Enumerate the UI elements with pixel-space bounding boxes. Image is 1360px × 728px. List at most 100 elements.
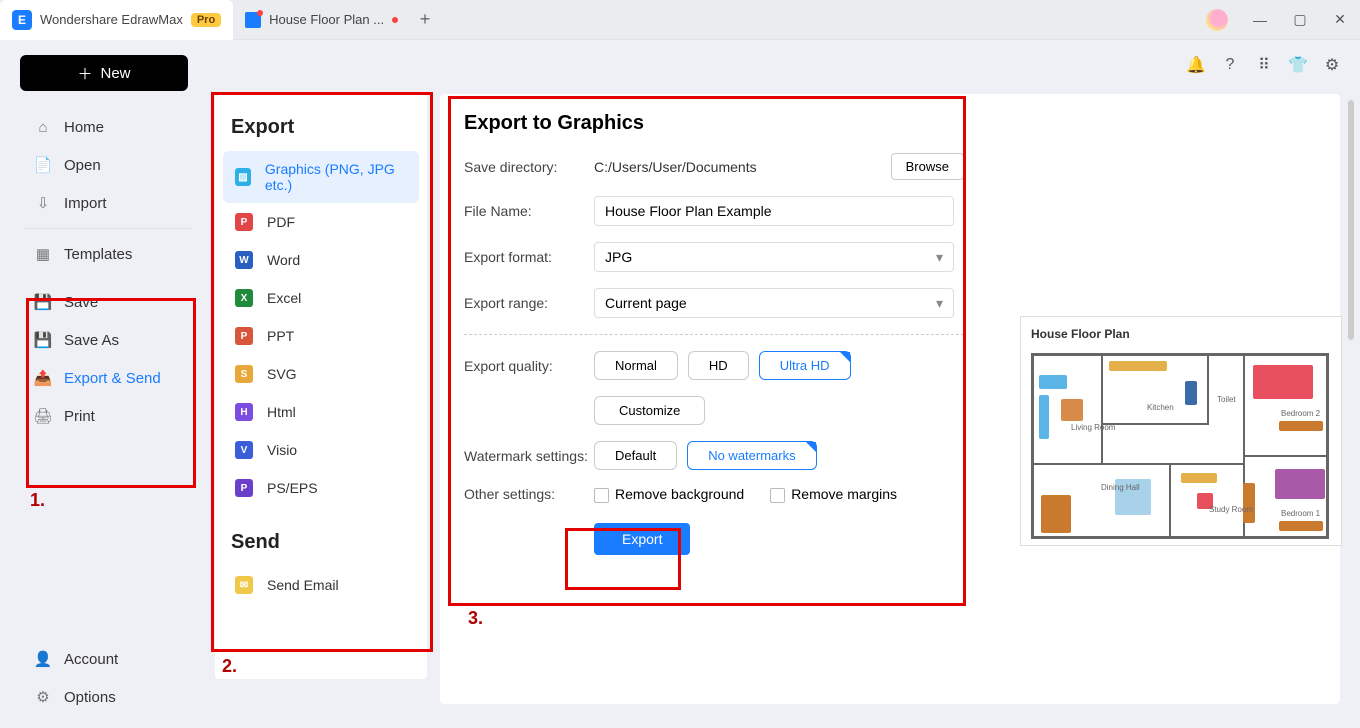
nav-account-label: Account xyxy=(64,651,118,668)
remove-margins-checkbox[interactable]: Remove margins xyxy=(770,486,897,503)
send-email[interactable]: ✉ Send Email xyxy=(223,566,419,604)
other-label: Other settings: xyxy=(464,486,594,502)
export-visio-label: Visio xyxy=(267,442,297,458)
nav-save[interactable]: 💾Save xyxy=(20,283,196,321)
export-pseps[interactable]: PPS/EPS xyxy=(223,469,419,507)
scrollbar[interactable] xyxy=(1348,100,1354,340)
filename-input[interactable] xyxy=(594,196,954,226)
checkbox-icon xyxy=(594,488,609,503)
account-icon: 👤 xyxy=(34,650,52,668)
word-icon: W xyxy=(235,251,253,269)
nav-import-label: Import xyxy=(64,195,107,212)
nav-import[interactable]: ⇩ Import xyxy=(20,184,196,222)
export-html-label: Html xyxy=(267,404,296,420)
close-button[interactable]: ✕ xyxy=(1320,11,1360,28)
top-toolbar: 🔔 ? ⠿ 👕 ⚙ xyxy=(1186,55,1342,75)
nav-saveas-label: Save As xyxy=(64,332,119,349)
app-name: Wondershare EdrawMax xyxy=(40,12,183,27)
floorplan-graphic: Living Room Kitchen Toilet Dining Hall S… xyxy=(1031,345,1331,541)
left-nav: ⌂Home 📄Open ⇩Import ▦Templates 💾Save 💾Sa… xyxy=(20,108,196,435)
app-logo-icon: E xyxy=(12,10,32,30)
room-label: Bedroom 2 xyxy=(1281,409,1320,418)
quality-ultra-hd[interactable]: Ultra HD xyxy=(759,351,851,380)
new-button[interactable]: ＋ New xyxy=(20,55,188,91)
notifications-button[interactable]: 🔔 xyxy=(1186,55,1206,75)
export-ppt[interactable]: P PPT xyxy=(223,317,419,355)
maximize-button[interactable]: ▢ xyxy=(1280,11,1320,28)
unsaved-dot-icon xyxy=(392,17,398,23)
settings-button[interactable]: ⚙ xyxy=(1322,55,1342,75)
quality-hd[interactable]: HD xyxy=(688,351,749,380)
nav-templates-label: Templates xyxy=(64,246,132,263)
save-directory-value: C:/Users/User/Documents xyxy=(594,159,883,175)
app-tab[interactable]: E Wondershare EdrawMax Pro xyxy=(0,0,233,40)
export-html[interactable]: HHtml xyxy=(223,393,419,431)
annotation-label-1: 1. xyxy=(30,490,45,511)
document-tab[interactable]: House Floor Plan ... xyxy=(233,0,410,40)
browse-button[interactable]: Browse xyxy=(891,153,964,180)
nav-home-label: Home xyxy=(64,119,104,136)
remove-background-checkbox[interactable]: Remove background xyxy=(594,486,744,503)
room-label: Toilet xyxy=(1217,395,1236,404)
filename-label: File Name: xyxy=(464,203,594,219)
visio-icon: V xyxy=(235,441,253,459)
save-icon: 💾 xyxy=(34,293,52,311)
export-svg-label: SVG xyxy=(267,366,297,382)
image-icon: ▨ xyxy=(235,168,251,186)
quality-label: Export quality: xyxy=(464,358,594,374)
checkbox-icon xyxy=(770,488,785,503)
gear-icon: ⚙ xyxy=(34,688,52,706)
nav-templates[interactable]: ▦ Templates xyxy=(20,235,196,273)
help-button[interactable]: ? xyxy=(1220,55,1240,75)
room-label: Kitchen xyxy=(1147,403,1174,412)
remove-bg-label: Remove background xyxy=(615,486,744,502)
export-type-panel: Export ▨Graphics (PNG, JPG etc.) PPDF WW… xyxy=(215,94,427,679)
nav-home[interactable]: ⌂Home xyxy=(20,108,196,146)
mail-icon: ✉ xyxy=(235,576,253,594)
room-label: Bedroom 1 xyxy=(1281,509,1320,518)
export-icon: 📤 xyxy=(34,369,52,387)
new-tab-button[interactable]: + xyxy=(410,9,440,30)
export-svg[interactable]: SSVG xyxy=(223,355,419,393)
format-select[interactable]: JPG xyxy=(594,242,954,272)
print-icon: 🖨 xyxy=(34,407,52,425)
nav-saveas[interactable]: 💾Save As xyxy=(20,321,196,359)
export-excel[interactable]: XExcel xyxy=(223,279,419,317)
send-email-label: Send Email xyxy=(267,577,339,593)
export-pdf-label: PDF xyxy=(267,214,295,230)
nav-options[interactable]: ⚙Options xyxy=(20,678,196,716)
export-ppt-label: PPT xyxy=(267,328,294,344)
export-pdf[interactable]: PPDF xyxy=(223,203,419,241)
document-tab-label: House Floor Plan ... xyxy=(269,12,384,27)
user-avatar[interactable] xyxy=(1206,9,1228,31)
room-label: Living Room xyxy=(1071,423,1115,432)
quality-customize[interactable]: Customize xyxy=(594,396,705,425)
apps-button[interactable]: ⠿ xyxy=(1254,55,1274,75)
left-nav-bottom: 👤 Account ⚙Options xyxy=(20,640,196,716)
nav-divider xyxy=(24,228,192,229)
ppt-icon: P xyxy=(235,327,253,345)
watermark-default[interactable]: Default xyxy=(594,441,677,470)
templates-icon: ▦ xyxy=(34,245,52,263)
watermark-label: Watermark settings: xyxy=(464,448,594,464)
nav-open-label: Open xyxy=(64,157,101,174)
export-graphics[interactable]: ▨Graphics (PNG, JPG etc.) xyxy=(223,151,419,203)
theme-button[interactable]: 👕 xyxy=(1288,55,1308,75)
nav-open[interactable]: 📄Open xyxy=(20,146,196,184)
export-word[interactable]: WWord xyxy=(223,241,419,279)
nav-exportsend-label: Export & Send xyxy=(64,370,161,387)
nav-print[interactable]: 🖨Print xyxy=(20,397,196,435)
titlebar: E Wondershare EdrawMax Pro House Floor P… xyxy=(0,0,1360,40)
minimize-button[interactable]: — xyxy=(1240,12,1280,28)
quality-normal[interactable]: Normal xyxy=(594,351,678,380)
export-visio[interactable]: V Visio xyxy=(223,431,419,469)
nav-export-send[interactable]: 📤 Export & Send xyxy=(20,359,196,397)
annotation-label-3: 3. xyxy=(468,608,483,629)
import-icon: ⇩ xyxy=(34,194,52,212)
export-button[interactable]: Export xyxy=(594,523,690,555)
nav-account[interactable]: 👤 Account xyxy=(20,640,196,678)
range-select[interactable]: Current page xyxy=(594,288,954,318)
preview-title: House Floor Plan xyxy=(1031,327,1331,341)
watermark-none[interactable]: No watermarks xyxy=(687,441,816,470)
export-excel-label: Excel xyxy=(267,290,301,306)
